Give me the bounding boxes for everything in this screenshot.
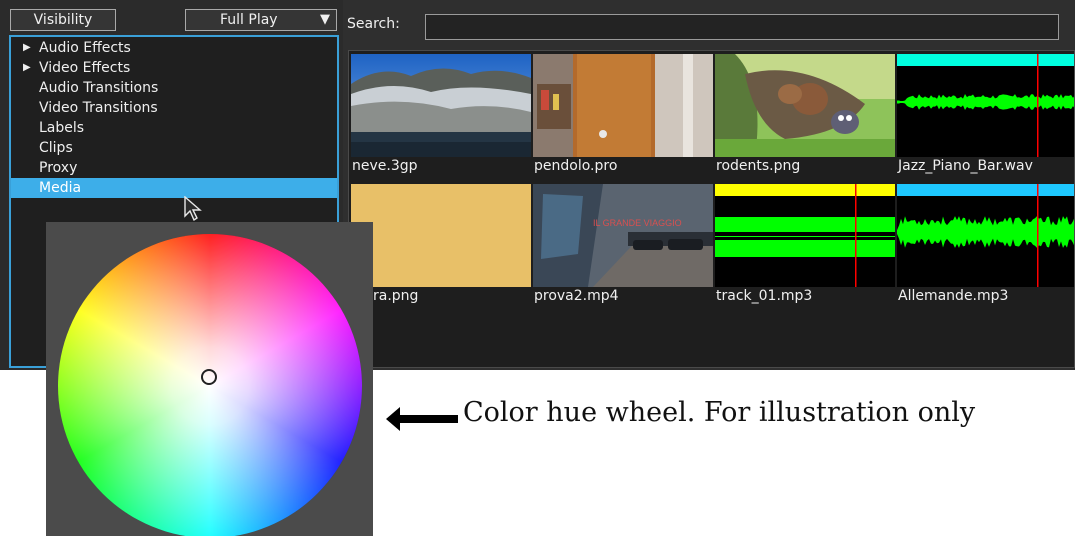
image-thumbnail <box>351 184 531 287</box>
media-item-label: pendolo.pro <box>534 158 618 174</box>
media-item-label: Jazz_Piano_Bar.wav <box>898 158 1033 174</box>
tree-item-label: Labels <box>39 120 85 136</box>
visibility-button[interactable]: Visibility <box>10 9 116 31</box>
color-picker-handle[interactable] <box>201 369 217 385</box>
expand-arrow-icon[interactable]: ▶ <box>23 58 31 78</box>
audio-header-bar <box>897 184 1074 196</box>
tree-item-label: Audio Transitions <box>39 80 159 96</box>
image-thumbnail <box>715 54 895 157</box>
tree-item-media[interactable]: Media <box>11 178 337 198</box>
playhead-line <box>855 184 857 287</box>
media-item-label: rodents.png <box>716 158 801 174</box>
tree-item-labels[interactable]: Labels <box>11 118 337 138</box>
tree-item-label: Video Transitions <box>39 100 158 116</box>
media-item-label: neve.3gp <box>352 158 418 174</box>
tree-item-label: Audio Effects <box>39 40 131 56</box>
media-grid: neve.3gp pendolo.pro rodents.png Jazz_Pi… <box>348 50 1075 368</box>
audio-header-bar <box>897 54 1074 66</box>
play-mode-dropdown[interactable]: Full Play ▼ <box>185 9 337 31</box>
playhead-line <box>1037 184 1039 287</box>
caption-text: Color hue wheel. For illustration only <box>463 397 976 428</box>
color-hue-wheel[interactable] <box>58 234 362 536</box>
search-input[interactable] <box>425 14 1059 40</box>
resource-tree-list: ▶ Audio Effects ▶ Video Effects Audio Tr… <box>11 38 337 198</box>
play-mode-label: Full Play <box>220 12 278 28</box>
color-wheel-panel <box>46 222 373 536</box>
resources-toolbar: Visibility Full Play ▼ <box>0 0 343 35</box>
video-overlay-text: IL GRANDE VIAGGIO <box>593 218 682 228</box>
tree-item-audio-transitions[interactable]: Audio Transitions <box>11 78 337 98</box>
audio-waveform-thumbnail <box>897 54 1074 157</box>
tree-item-clips[interactable]: Clips <box>11 138 337 158</box>
video-thumbnail: IL GRANDE VIAGGIO <box>533 184 713 287</box>
tree-item-proxy[interactable]: Proxy <box>11 158 337 178</box>
media-item-label: prova2.mp4 <box>534 288 619 304</box>
tree-item-label: Proxy <box>39 160 78 176</box>
video-thumbnail <box>533 54 713 157</box>
tree-item-label: Media <box>39 180 82 196</box>
tree-item-label: Video Effects <box>39 60 131 76</box>
media-item-label: ra.png <box>373 288 419 304</box>
tree-item-video-transitions[interactable]: Video Transitions <box>11 98 337 118</box>
audio-header-bar <box>715 184 895 196</box>
audio-waveform-thumbnail <box>715 184 895 287</box>
media-item-label: Allemande.mp3 <box>898 288 1009 304</box>
expand-arrow-icon[interactable]: ▶ <box>23 38 31 58</box>
media-panel: Search: neve.3gp pendolo.pro rodents.png… <box>343 0 1075 370</box>
left-arrow-icon <box>386 407 458 431</box>
video-thumbnail <box>351 54 531 157</box>
audio-waveform-thumbnail <box>897 184 1074 287</box>
media-item-label: track_01.mp3 <box>716 288 813 304</box>
search-label: Search: <box>347 16 400 32</box>
mouse-pointer-icon <box>184 196 202 222</box>
tree-item-video-effects[interactable]: ▶ Video Effects <box>11 58 337 78</box>
tree-item-audio-effects[interactable]: ▶ Audio Effects <box>11 38 337 58</box>
dropdown-arrow-icon: ▼ <box>320 12 330 27</box>
playhead-line <box>1037 54 1039 157</box>
tree-item-label: Clips <box>39 140 73 156</box>
